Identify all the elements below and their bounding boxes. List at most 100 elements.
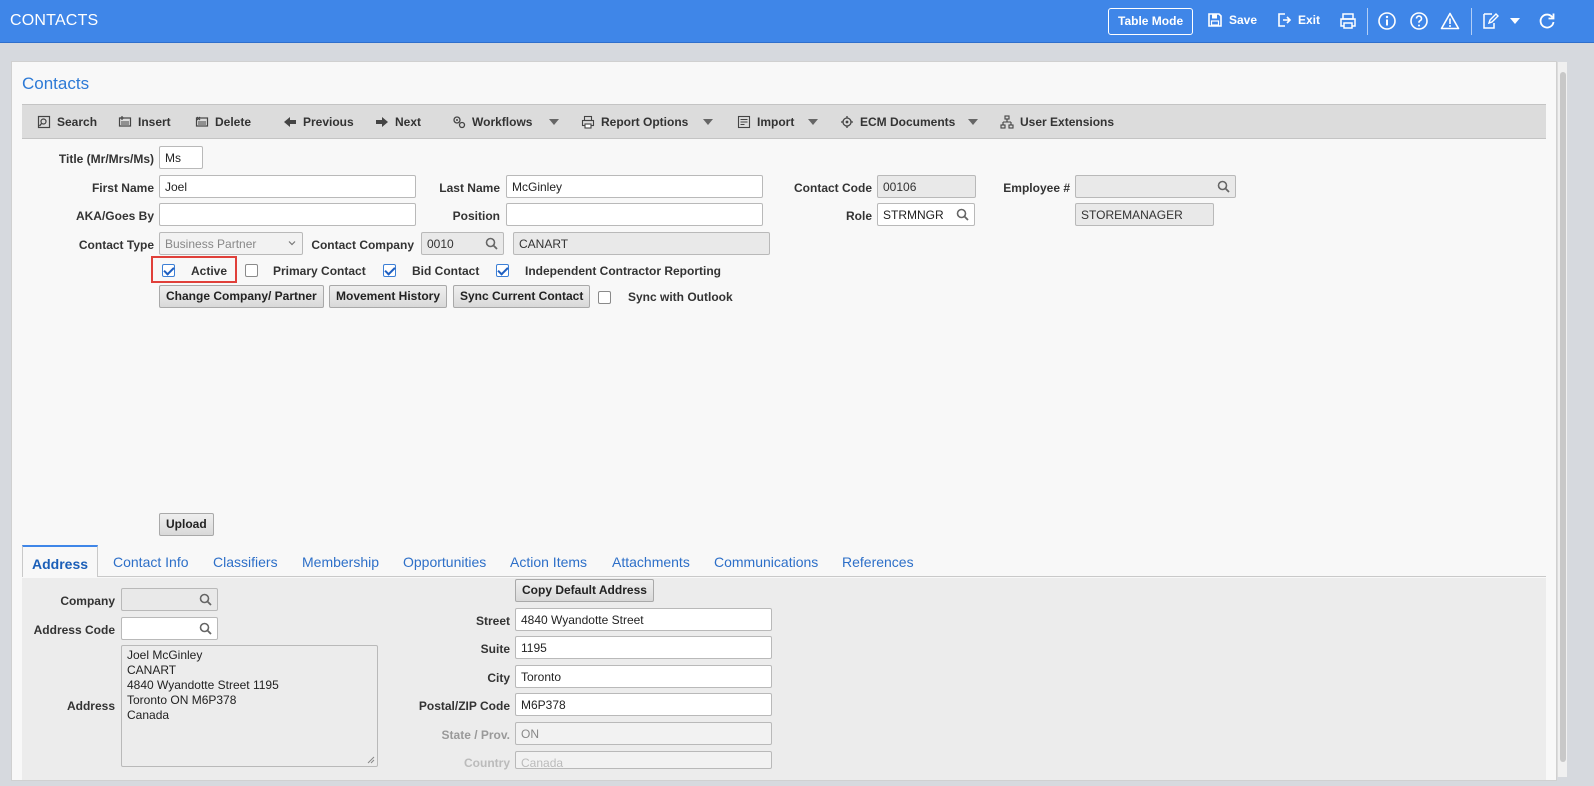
page-title: Contacts (22, 74, 90, 93)
refresh-icon[interactable] (1537, 11, 1557, 31)
tab-references[interactable]: References (842, 554, 914, 570)
resize-grip-icon[interactable] (366, 755, 375, 764)
address-code-input[interactable] (121, 617, 218, 640)
search-icon (37, 115, 51, 129)
street-input[interactable]: 4840 Wyandotte Street (515, 608, 772, 631)
sync-outlook-label: Sync with Outlook (628, 290, 733, 304)
address-line: CANART (127, 663, 177, 677)
primary-contact-checkbox[interactable] (245, 264, 258, 277)
suite-input[interactable]: 1195 (515, 636, 772, 659)
address-textarea[interactable]: Joel McGinley CANART 4840 Wyandotte Stre… (121, 645, 378, 767)
position-label: Position (452, 209, 500, 223)
report-options-button[interactable]: Report Options (581, 115, 688, 129)
edit-icon[interactable] (1480, 11, 1500, 31)
import-button[interactable]: Import (737, 115, 794, 129)
next-label: Next (395, 115, 422, 129)
highlight-box (151, 256, 237, 283)
warning-icon[interactable] (1440, 11, 1460, 31)
search-icon[interactable] (199, 622, 212, 635)
aka-label: AKA/Goes By (75, 209, 154, 223)
movement-history-button[interactable]: Movement History (329, 285, 448, 308)
contact-type-select[interactable]: Business Partner (159, 232, 303, 255)
sync-current-contact-button[interactable]: Sync Current Contact (453, 285, 591, 308)
ecm-documents-label: ECM Documents (860, 115, 956, 129)
ecm-documents-button[interactable]: ECM Documents (840, 115, 955, 129)
help-icon[interactable] (1409, 11, 1429, 31)
tab-opportunities[interactable]: Opportunities (403, 554, 486, 570)
search-button[interactable]: Search (37, 115, 97, 129)
state-input: ON (515, 722, 772, 745)
address-company-input[interactable] (121, 588, 218, 611)
table-mode-button[interactable]: Table Mode (1108, 8, 1194, 35)
contact-company-code[interactable]: 0010 (421, 232, 504, 255)
search-icon[interactable] (956, 208, 969, 221)
insert-button[interactable]: Insert (118, 115, 171, 129)
info-icon[interactable] (1377, 11, 1397, 31)
role-description: STOREMANAGER (1075, 203, 1214, 226)
save-label: Save (1229, 13, 1258, 27)
ecm-documents-dropdown-caret[interactable] (968, 119, 978, 125)
bid-contact-checkbox[interactable] (383, 264, 396, 277)
search-icon[interactable] (199, 593, 212, 606)
tab-classifiers[interactable]: Classifiers (213, 554, 278, 570)
save-button[interactable]: Save (1207, 12, 1257, 28)
exit-button[interactable]: Exit (1276, 12, 1320, 28)
arrow-left-icon (284, 117, 296, 127)
address-line: Toronto ON M6P378 (127, 693, 237, 707)
contact-type-value: Business Partner (165, 237, 257, 251)
gears-icon (453, 116, 466, 129)
tab-contact-info[interactable]: Contact Info (113, 554, 189, 570)
chevron-down-icon[interactable] (1508, 14, 1522, 28)
tab-action-items[interactable]: Action Items (510, 554, 587, 570)
suite-label: Suite (480, 642, 510, 656)
title-label: Title (Mr/Mrs/Ms) (58, 152, 154, 166)
contact-code-input: 00106 (877, 175, 976, 198)
next-button[interactable]: Next (375, 115, 421, 129)
chevron-down-icon (288, 241, 296, 246)
tab-attachments[interactable]: Attachments (612, 554, 690, 570)
address-code-label: Address Code (33, 623, 115, 637)
header-separator (1367, 8, 1368, 35)
employee-label: Employee # (1003, 181, 1070, 195)
city-input[interactable]: Toronto (515, 665, 772, 688)
postal-code-input[interactable]: M6P378 (515, 693, 772, 716)
last-name-label: Last Name (439, 181, 500, 195)
previous-label: Previous (303, 115, 354, 129)
workflows-dropdown-caret[interactable] (549, 119, 559, 125)
print-icon[interactable] (1338, 11, 1358, 31)
exit-icon (1278, 13, 1292, 27)
street-label: Street (475, 614, 510, 628)
scrollbar-thumb[interactable] (1560, 72, 1566, 762)
icr-checkbox[interactable] (496, 264, 509, 277)
role-label: Role (845, 209, 872, 223)
aka-input[interactable] (159, 203, 416, 226)
tab-membership[interactable]: Membership (302, 554, 379, 570)
address-company-label: Company (60, 594, 115, 608)
first-name-label: First Name (91, 181, 154, 195)
search-icon[interactable] (1217, 180, 1230, 193)
previous-button[interactable]: Previous (283, 115, 354, 129)
employee-input[interactable] (1075, 175, 1236, 198)
first-name-input[interactable]: Joel (159, 175, 416, 198)
report-options-dropdown-caret[interactable] (703, 119, 713, 125)
role-input[interactable]: STRMNGR (877, 203, 975, 226)
tab-communications[interactable]: Communications (714, 554, 818, 570)
delete-button[interactable]: Delete (195, 115, 251, 129)
title-input[interactable]: Ms (159, 146, 203, 169)
user-extensions-button[interactable]: User Extensions (1000, 115, 1114, 129)
sync-outlook-checkbox[interactable] (598, 291, 611, 304)
copy-default-address-button[interactable]: Copy Default Address (515, 579, 654, 602)
contact-company-name: CANART (513, 232, 770, 255)
save-icon (1208, 13, 1222, 27)
tab-address[interactable]: Address (22, 545, 99, 577)
last-name-input[interactable]: McGinley (506, 175, 763, 198)
import-dropdown-caret[interactable] (808, 119, 818, 125)
workflows-button[interactable]: Workflows (452, 115, 532, 129)
change-company-button[interactable]: Change Company/ Partner (159, 285, 324, 308)
vertical-scrollbar[interactable] (1557, 62, 1567, 777)
contact-company-label: Contact Company (311, 238, 414, 252)
search-icon[interactable] (485, 237, 498, 250)
position-input[interactable] (506, 203, 763, 226)
exit-label: Exit (1298, 13, 1321, 27)
upload-button[interactable]: Upload (159, 513, 214, 536)
